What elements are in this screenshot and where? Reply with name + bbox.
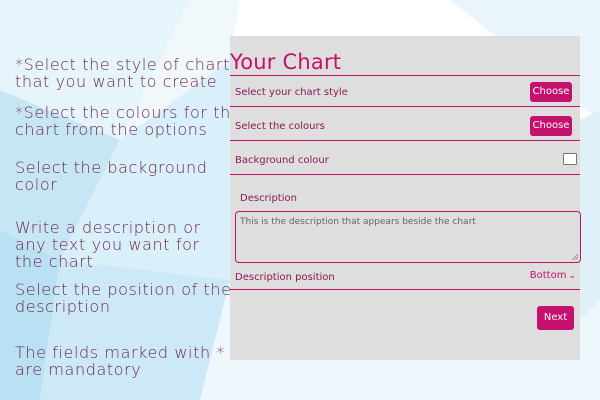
form-title: Your Chart xyxy=(230,50,342,74)
background-colour-label: Background colour xyxy=(235,155,329,166)
choose-colours-button[interactable]: Choose xyxy=(530,116,572,136)
description-position-row: Description position xyxy=(230,258,580,290)
instruction-line: description xyxy=(15,297,111,316)
instruction-line: chart from the options xyxy=(15,120,208,139)
chart-style-row: Select your chart style Choose xyxy=(230,76,580,107)
background-colour-picker[interactable] xyxy=(563,153,577,165)
chart-form-panel: Your Chart Select your chart style Choos… xyxy=(230,36,581,360)
description-position-value: Bottom xyxy=(529,270,567,281)
background-colour-row: Background colour xyxy=(230,141,580,175)
next-button[interactable]: Next xyxy=(537,306,574,330)
description-text: This is the description that appears bes… xyxy=(240,217,476,227)
instruction-description: Write a description or any text you want… xyxy=(15,219,201,270)
instruction-line: *Select the style of chart xyxy=(15,55,230,74)
description-position-label: Description position xyxy=(235,272,335,283)
colours-row: Select the colours Choose xyxy=(230,107,580,141)
chevron-down-icon: ⌄ xyxy=(568,271,576,281)
instruction-line: the chart xyxy=(15,252,94,271)
instruction-position: Select the position of the description xyxy=(15,281,232,315)
description-label: Description xyxy=(240,193,297,204)
instruction-mandatory: The fields marked with * are mandatory xyxy=(15,344,225,378)
colours-label: Select the colours xyxy=(235,121,325,132)
instruction-line: The fields marked with * xyxy=(15,343,225,362)
instruction-background: Select the background color xyxy=(15,159,207,193)
instruction-line: color xyxy=(15,175,58,194)
instruction-line: are mandatory xyxy=(15,360,142,379)
choose-chart-style-button[interactable]: Choose xyxy=(530,82,572,102)
instruction-line: that you want to create xyxy=(15,72,218,91)
instruction-line: Select the background xyxy=(15,158,208,177)
instruction-colours: *Select the colours for the chart from t… xyxy=(15,104,241,138)
instructions-panel: *Select the style of chart that you want… xyxy=(0,0,241,400)
instruction-line: Select the position of the xyxy=(15,280,232,299)
instruction-chart-style: *Select the style of chart that you want… xyxy=(15,56,230,90)
instruction-line: *Select the colours for the xyxy=(15,103,242,122)
instruction-line: any text you want for xyxy=(15,235,200,254)
chart-style-label: Select your chart style xyxy=(235,87,348,98)
description-textarea[interactable]: This is the description that appears bes… xyxy=(235,211,581,263)
description-position-select[interactable]: Bottom ⌄ xyxy=(530,270,576,281)
instruction-line: Write a description or xyxy=(15,218,201,237)
